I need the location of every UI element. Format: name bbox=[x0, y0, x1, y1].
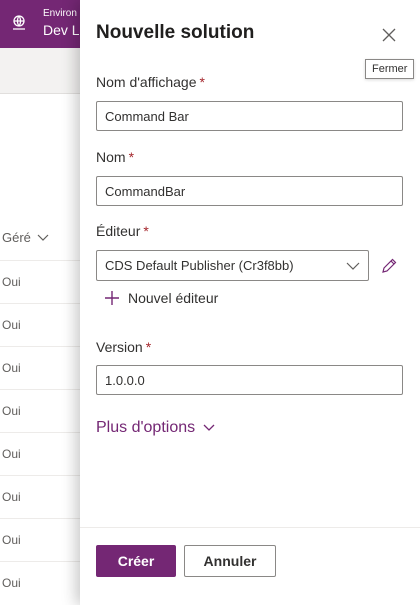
close-button[interactable] bbox=[378, 24, 400, 46]
pencil-icon bbox=[382, 258, 397, 273]
required-indicator: * bbox=[199, 74, 205, 90]
publisher-selected-value: CDS Default Publisher (Cr3f8bb) bbox=[105, 258, 294, 273]
row-divider bbox=[0, 561, 80, 562]
new-solution-panel: Nouvelle solution Fermer Nom d'affichage… bbox=[80, 0, 420, 605]
cancel-button[interactable]: Annuler bbox=[184, 545, 276, 577]
row-divider bbox=[0, 518, 80, 519]
row-divider bbox=[0, 475, 80, 476]
required-indicator: * bbox=[143, 223, 149, 239]
environment-icon[interactable] bbox=[10, 14, 28, 32]
publisher-label: Éditeur * bbox=[96, 223, 149, 239]
new-publisher-button[interactable]: Nouvel éditeur bbox=[104, 290, 218, 306]
create-button[interactable]: Créer bbox=[96, 545, 176, 577]
table-row-managed-value: Oui bbox=[2, 447, 21, 461]
column-header-managed[interactable]: Géré bbox=[2, 230, 49, 245]
solutions-list bbox=[0, 94, 80, 605]
name-label: Nom * bbox=[96, 149, 134, 165]
more-options-toggle[interactable]: Plus d'options bbox=[96, 419, 215, 437]
table-row-managed-value: Oui bbox=[2, 490, 21, 504]
table-row-managed-value: Oui bbox=[2, 404, 21, 418]
panel-title: Nouvelle solution bbox=[96, 22, 255, 43]
chevron-down-icon bbox=[37, 234, 49, 241]
version-label-text: Version bbox=[96, 339, 143, 355]
version-label: Version * bbox=[96, 339, 151, 355]
table-row-managed-value: Oui bbox=[2, 361, 21, 375]
table-row-managed-value: Oui bbox=[2, 576, 21, 590]
plus-icon bbox=[105, 291, 119, 305]
close-tooltip: Fermer bbox=[365, 59, 415, 79]
row-divider bbox=[0, 432, 80, 433]
table-row-managed-value: Oui bbox=[2, 275, 21, 289]
column-header-label: Géré bbox=[2, 230, 31, 245]
row-divider bbox=[0, 260, 80, 261]
footer-divider bbox=[80, 527, 420, 528]
display-name-input[interactable] bbox=[96, 101, 403, 131]
environment-label: Environ bbox=[43, 8, 77, 19]
chevron-down-icon bbox=[203, 424, 215, 431]
environment-name[interactable]: Dev La bbox=[43, 22, 79, 38]
display-name-label-text: Nom d'affichage bbox=[96, 74, 197, 90]
table-row-managed-value: Oui bbox=[2, 533, 21, 547]
publisher-label-text: Éditeur bbox=[96, 223, 141, 239]
version-input[interactable] bbox=[96, 365, 403, 395]
name-input[interactable] bbox=[96, 176, 403, 206]
row-divider bbox=[0, 346, 80, 347]
name-label-text: Nom bbox=[96, 149, 126, 165]
table-row-managed-value: Oui bbox=[2, 318, 21, 332]
close-icon bbox=[382, 28, 396, 42]
edit-publisher-button[interactable] bbox=[378, 255, 400, 277]
required-indicator: * bbox=[128, 149, 135, 165]
publisher-dropdown[interactable]: CDS Default Publisher (Cr3f8bb) bbox=[96, 250, 369, 281]
required-indicator: * bbox=[145, 339, 152, 355]
display-name-label: Nom d'affichage * bbox=[96, 74, 205, 90]
row-divider bbox=[0, 389, 80, 390]
new-publisher-label: Nouvel éditeur bbox=[128, 290, 219, 306]
row-divider bbox=[0, 303, 80, 304]
more-options-label: Plus d'options bbox=[96, 419, 196, 436]
chevron-down-icon bbox=[346, 262, 360, 270]
